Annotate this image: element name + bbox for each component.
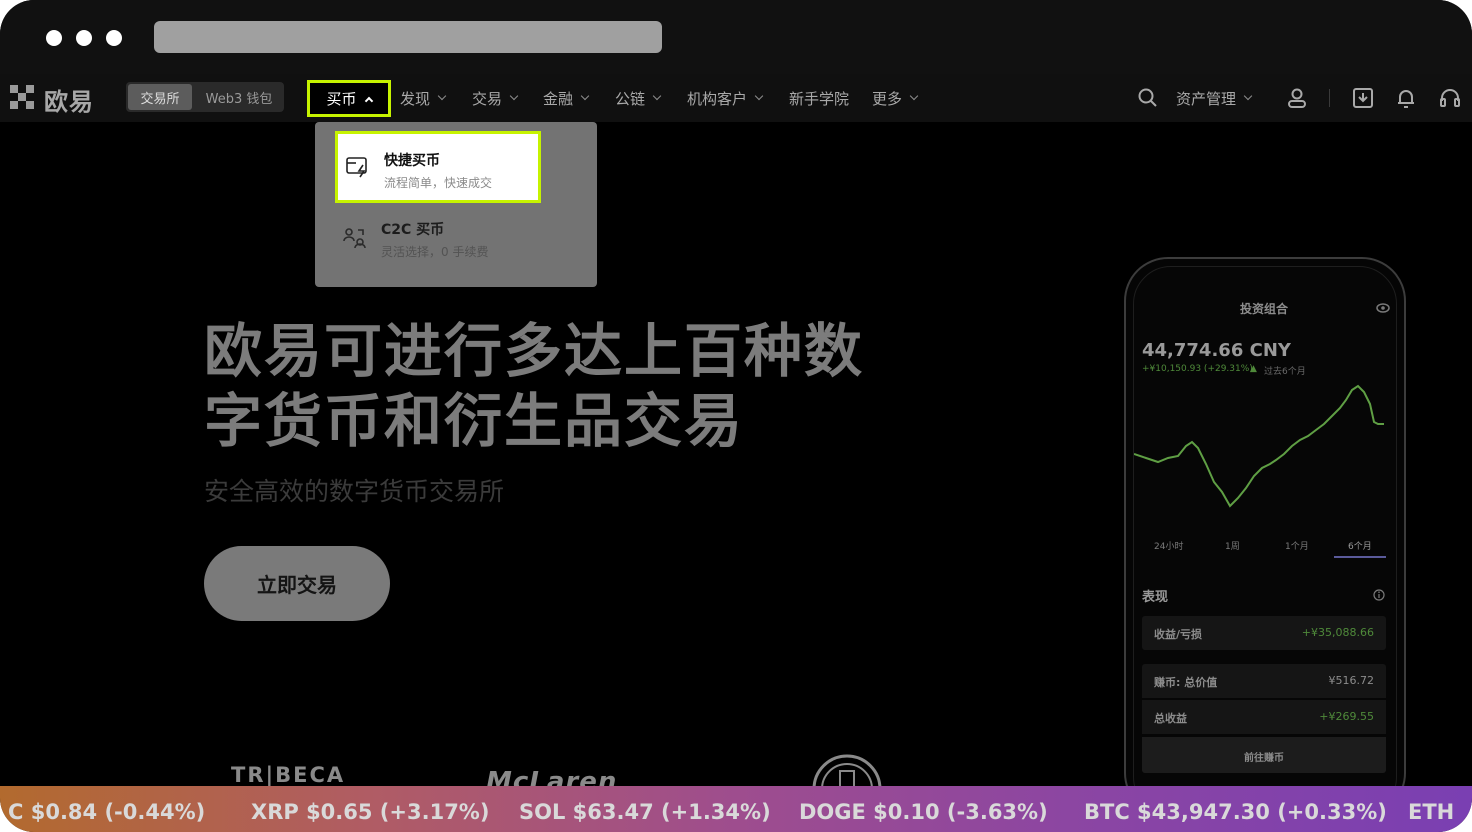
ticker-item[interactable]: SOL $63.47 (+1.34%) bbox=[519, 800, 771, 824]
chevron-down-icon bbox=[1243, 91, 1253, 101]
c2c-buy-description: 灵活选择，0 手续费 bbox=[381, 245, 489, 259]
window-minimize-dot[interactable] bbox=[76, 30, 92, 46]
portfolio-title: 投资组合 bbox=[1240, 302, 1289, 316]
total-earnings-value: +¥269.55 bbox=[1319, 710, 1374, 723]
buy-crypto-menu[interactable]: 买币 bbox=[307, 80, 391, 117]
change-period: 过去6个月 bbox=[1264, 367, 1306, 377]
quick-buy-description: 流程简单，快速成交 bbox=[384, 176, 493, 190]
nav-institutional[interactable]: 机构客户 bbox=[687, 74, 764, 122]
buy-crypto-label: 买币 bbox=[326, 90, 357, 108]
nav-trade-label: 交易 bbox=[472, 89, 503, 108]
earn-total-row: 赚币: 总价值 ¥516.72 bbox=[1142, 664, 1386, 698]
partner-tribeca-logo: TR|BECA bbox=[231, 763, 346, 787]
nav-trade[interactable]: 交易 bbox=[472, 74, 519, 122]
download-icon[interactable] bbox=[1351, 86, 1375, 110]
pnl-value: +¥35,088.66 bbox=[1301, 626, 1374, 639]
nav-academy[interactable]: 新手学院 bbox=[789, 74, 849, 122]
nav-discover-label: 发现 bbox=[400, 89, 431, 108]
portfolio-line bbox=[1134, 384, 1384, 508]
bell-icon[interactable] bbox=[1394, 86, 1418, 110]
chevron-up-icon bbox=[364, 96, 373, 105]
nav-public-chain[interactable]: 公链 bbox=[615, 74, 662, 122]
quick-buy-title: 快捷买币 bbox=[384, 153, 440, 169]
c2c-buy-item[interactable]: C2C 买币 灵活选择，0 手续费 bbox=[335, 203, 541, 275]
nav-more[interactable]: 更多 bbox=[872, 74, 919, 122]
quick-buy-icon bbox=[346, 157, 367, 178]
go-earn-label: 前往赚币 bbox=[1244, 753, 1284, 764]
window-maximize-dot[interactable] bbox=[106, 30, 122, 46]
earn-total-label: 赚币: 总价值 bbox=[1154, 676, 1218, 689]
user-icon[interactable] bbox=[1285, 86, 1309, 110]
total-earnings-label: 总收益 bbox=[1154, 712, 1187, 725]
chevron-down-icon bbox=[909, 91, 919, 101]
go-earn-button[interactable]: 前往赚币 bbox=[1142, 737, 1386, 773]
trade-now-button[interactable]: 立即交易 bbox=[204, 546, 390, 621]
up-triangle-icon: ▲ bbox=[1250, 364, 1257, 374]
pnl-row: 收益/亏损 +¥35,088.66 bbox=[1142, 616, 1386, 650]
hero-subtitle: 安全高效的数字货币交易所 bbox=[204, 477, 505, 506]
eye-icon[interactable] bbox=[1376, 303, 1390, 313]
nav-institutional-label: 机构客户 bbox=[687, 89, 748, 108]
range-6m[interactable]: 6个月 bbox=[1348, 539, 1372, 552]
search-icon[interactable] bbox=[1136, 86, 1160, 110]
nav-divider bbox=[1329, 89, 1330, 107]
browser-titlebar bbox=[0, 0, 1472, 74]
nav-discover[interactable]: 发现 bbox=[400, 74, 447, 122]
portfolio-balance: 44,774.66 CNY bbox=[1142, 340, 1291, 361]
ticker-item[interactable]: DOGE $0.10 (-3.63%) bbox=[799, 800, 1048, 824]
buy-crypto-dropdown: 快捷买币 流程简单，快速成交 C2C 买币 灵活选择，0 手续费 bbox=[315, 122, 597, 287]
address-bar[interactable] bbox=[154, 21, 662, 53]
c2c-icon bbox=[343, 228, 366, 249]
ticker-item[interactable]: BTC $43,947.30 (+0.33%) bbox=[1084, 800, 1387, 824]
range-1w[interactable]: 1周 bbox=[1225, 539, 1240, 552]
quick-buy-item[interactable]: 快捷买币 流程简单，快速成交 bbox=[335, 131, 541, 203]
top-navbar: 欧易 交易所 Web3 钱包 买币 发现 交易 金融 公链 机构客户 新手学院 … bbox=[0, 74, 1472, 122]
nav-public-chain-label: 公链 bbox=[615, 89, 646, 108]
hero-title: 欧易可进行多达上百种数字货币和衍生品交易 bbox=[204, 317, 865, 455]
ticker-item[interactable]: XRP $0.65 (+3.17%) bbox=[251, 800, 489, 824]
window-close-dot[interactable] bbox=[46, 30, 62, 46]
chevron-down-icon bbox=[652, 91, 662, 101]
ticker-item[interactable]: C $0.84 (-0.44%) bbox=[8, 800, 205, 824]
asset-management-menu[interactable]: 资产管理 bbox=[1176, 74, 1253, 122]
range-24h[interactable]: 24小时 bbox=[1154, 539, 1183, 552]
ticker-item[interactable]: ETH bbox=[1408, 800, 1454, 824]
chevron-down-icon bbox=[754, 91, 764, 101]
nav-finance-label: 金融 bbox=[543, 89, 574, 108]
total-earnings-row: 总收益 +¥269.55 bbox=[1142, 700, 1386, 734]
portfolio-line-chart bbox=[1134, 384, 1384, 508]
platform-switch: 交易所 Web3 钱包 bbox=[126, 82, 284, 112]
performance-title: 表现 bbox=[1142, 590, 1169, 605]
nav-more-label: 更多 bbox=[872, 89, 903, 108]
price-ticker: C $0.84 (-0.44%) XRP $0.65 (+3.17%) SOL … bbox=[0, 786, 1472, 832]
logo-text[interactable]: 欧易 bbox=[44, 82, 94, 117]
portfolio-change: +¥10,150.93 (+29.31%) bbox=[1142, 364, 1253, 374]
nav-academy-label: 新手学院 bbox=[789, 89, 850, 108]
earn-total-value: ¥516.72 bbox=[1328, 674, 1375, 687]
okx-logo-icon[interactable] bbox=[10, 85, 36, 111]
chevron-down-icon bbox=[509, 91, 519, 101]
pnl-label: 收益/亏损 bbox=[1154, 628, 1203, 641]
c2c-buy-title: C2C 买币 bbox=[381, 222, 445, 238]
chevron-down-icon bbox=[437, 91, 447, 101]
active-range-indicator bbox=[1334, 556, 1386, 558]
web3-wallet-tab[interactable]: Web3 钱包 bbox=[196, 84, 282, 110]
chevron-down-icon bbox=[580, 91, 590, 101]
exchange-tab[interactable]: 交易所 bbox=[128, 84, 192, 110]
manchester-city-crest-icon bbox=[812, 754, 882, 789]
headset-icon[interactable] bbox=[1438, 86, 1462, 110]
range-1m[interactable]: 1个月 bbox=[1285, 539, 1309, 552]
info-icon[interactable] bbox=[1373, 589, 1385, 601]
asset-management-label: 资产管理 bbox=[1176, 89, 1237, 108]
browser-window: 欧易 交易所 Web3 钱包 买币 发现 交易 金融 公链 机构客户 新手学院 … bbox=[0, 0, 1472, 832]
nav-finance[interactable]: 金融 bbox=[543, 74, 590, 122]
